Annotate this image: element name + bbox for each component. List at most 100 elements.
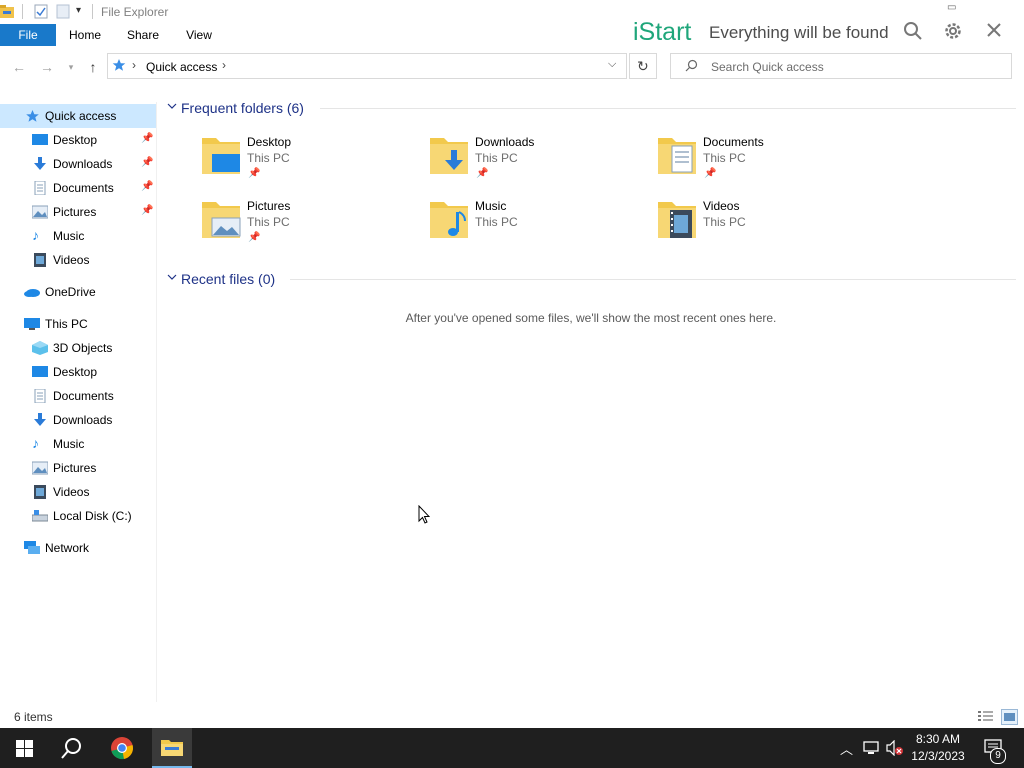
downloads-folder-icon bbox=[428, 132, 470, 179]
search-icon[interactable] bbox=[903, 21, 923, 44]
address-bar[interactable]: › Quick access › ⌵ bbox=[107, 53, 627, 79]
sidebar-item-local-disk[interactable]: Local Disk (C:) bbox=[0, 504, 156, 528]
properties-icon[interactable] bbox=[34, 4, 48, 19]
pin-icon[interactable]: 📌 bbox=[248, 232, 260, 243]
status-bar: 6 items bbox=[0, 706, 1024, 728]
sidebar-item-onedrive[interactable]: OneDrive bbox=[0, 280, 156, 304]
folder-app-icon bbox=[0, 4, 14, 19]
sidebar-item-videos[interactable]: Videos bbox=[0, 480, 156, 504]
star-icon bbox=[112, 58, 126, 75]
close-icon[interactable] bbox=[985, 21, 1003, 42]
frequent-folders-toggle[interactable] bbox=[166, 100, 178, 115]
pin-icon[interactable]: 📌 bbox=[141, 133, 153, 144]
mouse-cursor-icon bbox=[418, 504, 431, 527]
recent-locations-chevron-icon[interactable]: ▾ bbox=[62, 58, 80, 76]
back-arrow-icon[interactable]: ← bbox=[10, 58, 28, 76]
volume-muted-icon[interactable] bbox=[886, 739, 904, 759]
desktop-folder-icon bbox=[200, 132, 242, 179]
large-icons-view-icon[interactable] bbox=[1001, 709, 1018, 725]
sidebar-item-3d-objects[interactable]: 3D Objects bbox=[0, 336, 156, 360]
chevron-up-icon[interactable]: ︿ bbox=[840, 739, 853, 758]
pin-icon[interactable]: 📌 bbox=[141, 205, 153, 216]
folder-name: Pictures bbox=[247, 199, 291, 213]
folder-name: Music bbox=[475, 199, 507, 213]
folder-location: This PC bbox=[475, 215, 518, 229]
sidebar-item-network[interactable]: Network bbox=[0, 536, 156, 560]
tab-view[interactable]: View bbox=[176, 24, 222, 46]
sidebar-item-documents[interactable]: Documents bbox=[0, 384, 156, 408]
folder-tile-videos[interactable]: Videos This PC bbox=[656, 196, 876, 252]
sidebar-item-desktop[interactable]: Desktop 📌 bbox=[0, 128, 156, 152]
document-icon bbox=[32, 180, 48, 196]
ribbon-tabs: File Home Share View bbox=[0, 24, 620, 46]
pane-divider[interactable] bbox=[156, 102, 157, 702]
breadcrumb-quick-access[interactable]: Quick access bbox=[146, 60, 217, 74]
star-icon bbox=[25, 109, 41, 123]
network-status-icon[interactable] bbox=[863, 740, 879, 759]
pictures-icon bbox=[31, 205, 49, 219]
folder-tile-pictures[interactable]: Pictures This PC 📌 bbox=[200, 196, 420, 252]
pictures-icon bbox=[31, 461, 49, 475]
sidebar-item-label: Downloads bbox=[53, 157, 113, 171]
sidebar-item-quick-access[interactable]: Quick access bbox=[0, 104, 156, 128]
sidebar-item-documents[interactable]: Documents 📌 bbox=[0, 176, 156, 200]
sidebar-item-label: OneDrive bbox=[45, 285, 96, 299]
search-icon[interactable] bbox=[61, 737, 83, 762]
music-icon: ♪ bbox=[32, 227, 39, 243]
taskbar: ︿ 8:30 AM 12/3/2023 9 bbox=[0, 728, 1024, 768]
forward-arrow-icon[interactable]: → bbox=[38, 58, 56, 76]
search-box[interactable]: Search Quick access bbox=[670, 53, 1012, 79]
folder-tile-desktop[interactable]: Desktop This PC 📌 bbox=[200, 132, 420, 188]
details-view-icon[interactable] bbox=[978, 710, 994, 725]
up-arrow-icon[interactable]: ↑ bbox=[84, 58, 102, 76]
sidebar-item-downloads[interactable]: Downloads bbox=[0, 408, 156, 432]
sidebar-item-this-pc[interactable]: This PC bbox=[0, 312, 156, 336]
chevron-down-icon bbox=[167, 274, 177, 280]
window-title: File Explorer bbox=[101, 5, 169, 19]
windows-start-icon[interactable] bbox=[16, 740, 33, 760]
file-explorer-taskbar-button[interactable] bbox=[152, 728, 192, 768]
sidebar-item-label: Videos bbox=[53, 253, 90, 267]
sidebar-item-pictures[interactable]: Pictures 📌 bbox=[0, 200, 156, 224]
sidebar-item-music[interactable]: ♪ Music bbox=[0, 432, 156, 456]
sidebar-item-label: Videos bbox=[53, 485, 90, 499]
sidebar-item-music[interactable]: ♪ Music bbox=[0, 224, 156, 248]
tab-file[interactable]: File bbox=[0, 24, 56, 46]
refresh-button[interactable]: ↻ bbox=[629, 53, 657, 79]
chrome-icon[interactable] bbox=[110, 736, 134, 763]
folder-tile-documents[interactable]: Documents This PC 📌 bbox=[656, 132, 876, 188]
pin-icon[interactable]: 📌 bbox=[141, 157, 153, 168]
address-dropdown-chevron-icon[interactable]: ⌵ bbox=[608, 58, 616, 71]
sidebar-item-pictures[interactable]: Pictures bbox=[0, 456, 156, 480]
sidebar-item-label: This PC bbox=[45, 317, 88, 331]
tab-share[interactable]: Share bbox=[118, 24, 168, 46]
customize-qat-chevron-icon[interactable]: ▾ bbox=[76, 5, 81, 16]
desktop-icon bbox=[32, 365, 48, 379]
clock-date[interactable]: 12/3/2023 bbox=[908, 749, 968, 763]
gear-icon[interactable] bbox=[943, 21, 963, 44]
download-icon bbox=[32, 413, 48, 427]
sidebar-item-desktop[interactable]: Desktop bbox=[0, 360, 156, 384]
breadcrumb-separator[interactable]: › bbox=[222, 58, 226, 72]
drive-icon bbox=[31, 509, 49, 523]
tab-home[interactable]: Home bbox=[60, 24, 110, 46]
folder-tile-music[interactable]: Music This PC bbox=[428, 196, 648, 252]
section-divider bbox=[320, 108, 1016, 109]
music-icon: ♪ bbox=[32, 435, 39, 451]
new-folder-icon[interactable] bbox=[56, 4, 70, 19]
document-icon bbox=[32, 388, 48, 404]
sidebar-item-label: Documents bbox=[53, 181, 114, 195]
pin-icon[interactable]: 📌 bbox=[476, 168, 488, 179]
recent-files-toggle[interactable] bbox=[166, 271, 178, 286]
folder-tile-downloads[interactable]: Downloads This PC 📌 bbox=[428, 132, 648, 188]
sidebar-item-videos[interactable]: Videos bbox=[0, 248, 156, 272]
sidebar-item-label: Network bbox=[45, 541, 90, 555]
frequent-folders-heading[interactable]: Frequent folders (6) bbox=[181, 100, 304, 116]
pin-icon[interactable]: 📌 bbox=[704, 168, 716, 179]
pin-icon[interactable]: 📌 bbox=[248, 168, 260, 179]
clock-time[interactable]: 8:30 AM bbox=[912, 732, 964, 746]
sidebar-item-downloads[interactable]: Downloads 📌 bbox=[0, 152, 156, 176]
pin-icon[interactable]: 📌 bbox=[141, 181, 153, 192]
recent-files-heading[interactable]: Recent files (0) bbox=[181, 271, 275, 287]
sidebar-item-label: Music bbox=[53, 437, 85, 451]
